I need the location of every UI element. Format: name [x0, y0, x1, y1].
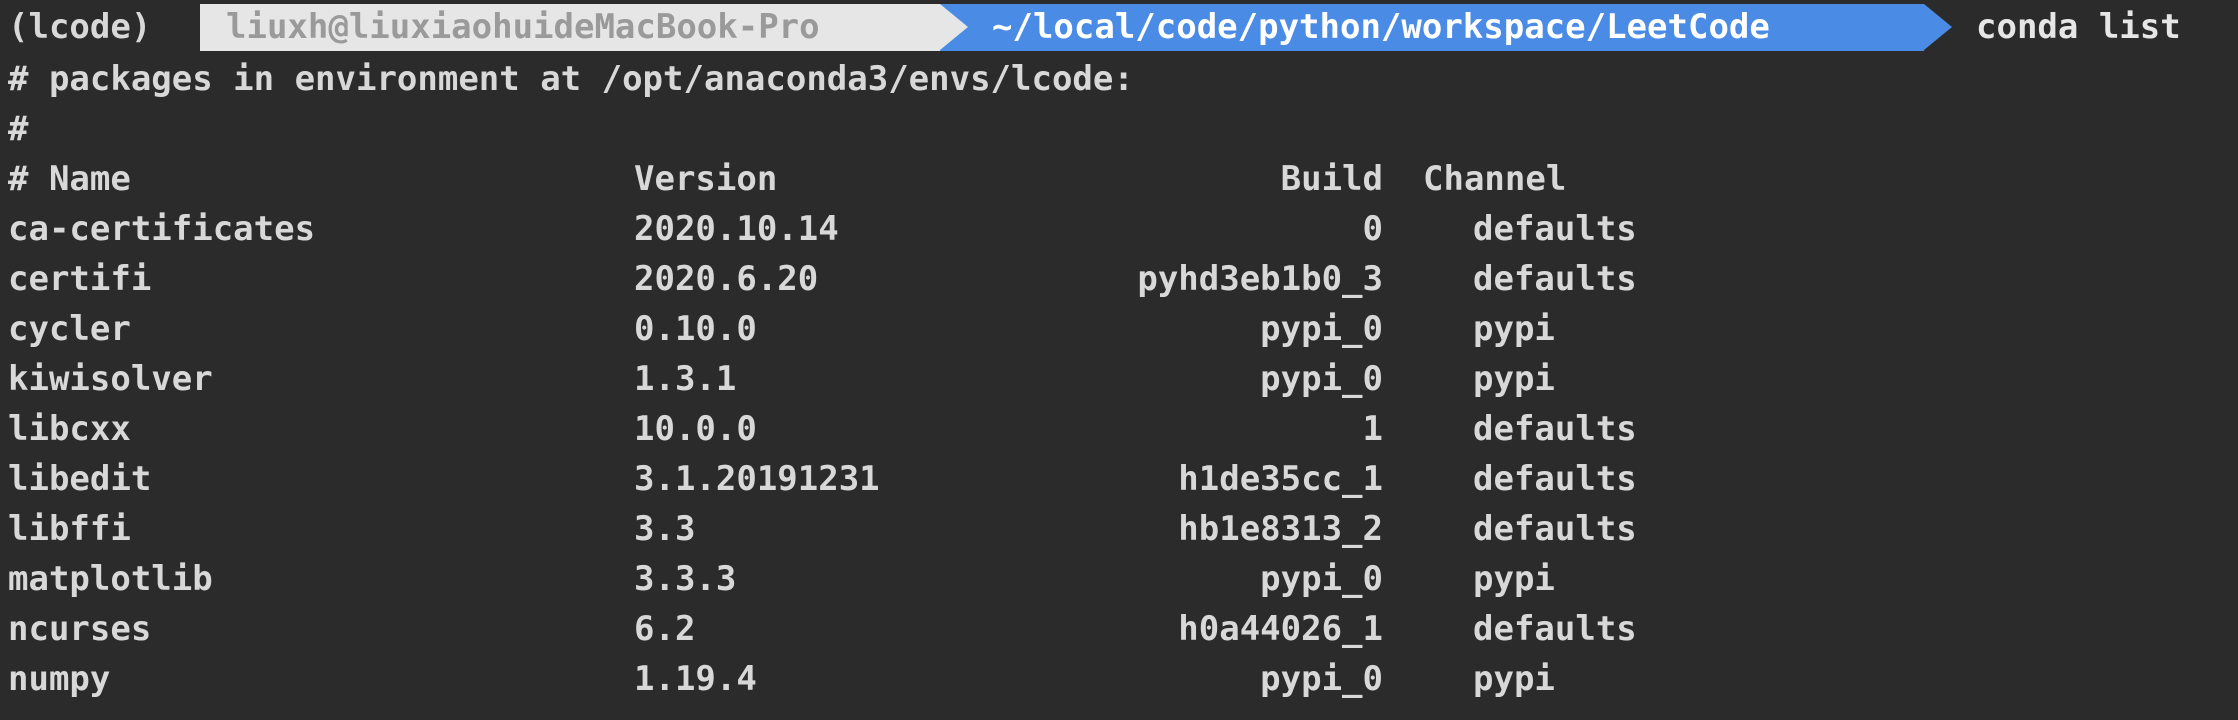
package-name: certifi	[8, 259, 152, 299]
package-build: h0a44026_1	[1178, 609, 1383, 649]
package-channel: defaults	[1473, 409, 1637, 449]
package-channel: pypi	[1473, 559, 1555, 599]
column-header-build: Build	[1280, 159, 1383, 199]
table-row: matplotlib 3.3.3 pypi_0 pypi	[8, 554, 2208, 604]
package-version: 1.3.1	[634, 359, 737, 399]
package-name: ncurses	[8, 609, 152, 649]
package-name: cycler	[8, 309, 131, 349]
package-build: pypi_0	[1260, 559, 1383, 599]
terminal-window[interactable]: (lcode) liuxh@liuxiaohuideMacBook-Pro ~/…	[0, 0, 2238, 720]
package-name: ca-certificates	[8, 209, 316, 249]
conda-env-label: (lcode)	[8, 7, 152, 47]
table-row: ca-certificates 2020.10.14 0 defaults	[8, 204, 2208, 254]
package-channel: defaults	[1473, 259, 1637, 299]
package-build: h1de35cc_1	[1178, 459, 1383, 499]
package-channel: pypi	[1473, 659, 1555, 699]
package-channel: pypi	[1473, 309, 1555, 349]
table-row: ncurses 6.2 h0a44026_1 defaults	[8, 604, 2208, 654]
package-version: 1.19.4	[634, 659, 757, 699]
package-channel: pypi	[1473, 359, 1555, 399]
table-row: numpy 1.19.4 pypi_0 pypi	[8, 654, 2208, 704]
package-name: numpy	[8, 659, 111, 699]
table-row: libffi 3.3 hb1e8313_2 defaults	[8, 504, 2208, 554]
comment-line: #	[8, 109, 29, 149]
powerline-arrow-icon	[940, 4, 968, 50]
package-build: 1	[1362, 409, 1383, 449]
package-build: pypi_0	[1260, 309, 1383, 349]
table-row: cycler 0.10.0 pypi_0 pypi	[8, 304, 2208, 354]
column-header-row: # Name Version Build Channel	[8, 154, 2208, 204]
table-row: libedit 3.1.20191231 h1de35cc_1 defaults	[8, 454, 2208, 504]
env-path-line: # packages in environment at /opt/anacon…	[8, 59, 1134, 99]
package-build: pypi_0	[1260, 359, 1383, 399]
package-channel: defaults	[1473, 609, 1637, 649]
package-version: 3.3	[634, 509, 696, 549]
package-channel: defaults	[1473, 209, 1637, 249]
column-header-name: # Name	[8, 159, 131, 199]
table-row: libcxx 10.0.0 1 defaults	[8, 404, 2208, 454]
package-channel: defaults	[1473, 509, 1637, 549]
column-header-version: Version	[634, 159, 778, 199]
package-name: kiwisolver	[8, 359, 213, 399]
package-version: 10.0.0	[634, 409, 757, 449]
prompt-line: (lcode) liuxh@liuxiaohuideMacBook-Pro ~/…	[0, 4, 2238, 51]
package-name: libffi	[8, 509, 131, 549]
package-version: 2020.6.20	[634, 259, 819, 299]
package-build: hb1e8313_2	[1178, 509, 1383, 549]
prompt-host-segment: liuxh@liuxiaohuideMacBook-Pro	[200, 4, 940, 51]
package-version: 0.10.0	[634, 309, 757, 349]
package-name: libcxx	[8, 409, 131, 449]
package-build: 0	[1362, 209, 1383, 249]
package-name: matplotlib	[8, 559, 213, 599]
table-row: certifi 2020.6.20 pyhd3eb1b0_3 defaults	[8, 254, 2208, 304]
prompt-path-segment: ~/local/code/python/workspace/LeetCode	[940, 4, 1924, 51]
powerline-arrow-icon	[1924, 4, 1952, 50]
package-name: libedit	[8, 459, 152, 499]
package-channel: defaults	[1473, 459, 1637, 499]
typed-command: conda list	[1976, 7, 2181, 47]
column-header-channel: Channel	[1423, 159, 1567, 199]
package-version: 6.2	[634, 609, 696, 649]
package-build: pypi_0	[1260, 659, 1383, 699]
package-build: pyhd3eb1b0_3	[1137, 259, 1383, 299]
table-row: kiwisolver 1.3.1 pypi_0 pypi	[8, 354, 2208, 404]
package-version: 3.3.3	[634, 559, 737, 599]
